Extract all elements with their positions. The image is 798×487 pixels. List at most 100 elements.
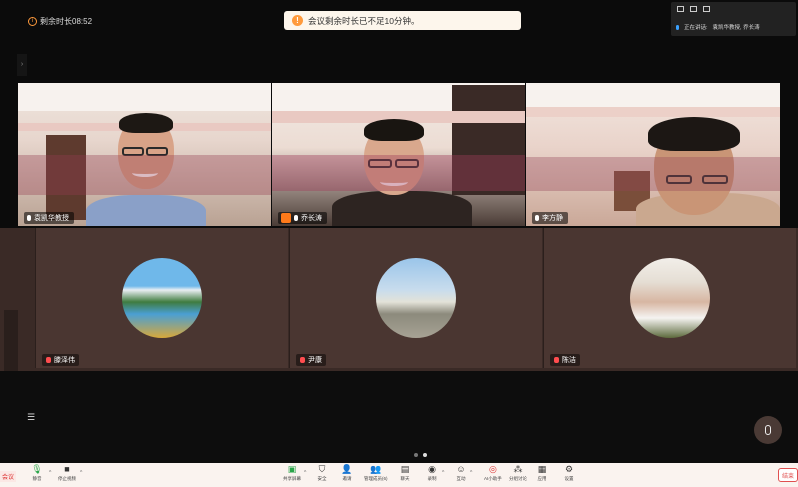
view-controls (677, 6, 710, 12)
manage-members-label: 管理成员(6) (364, 476, 388, 481)
video-glitch (18, 155, 271, 195)
video-options-caret[interactable]: ^ (80, 470, 82, 476)
chat-icon: ▤ (400, 464, 410, 474)
speaking-label: 正在讲话: (684, 25, 708, 31)
meeting-stage: i 剩余时长08:52 ! 会议剩余时长已不足10分钟。 正在讲话: 袁凯华教授… (0, 0, 798, 463)
participant-avatar (630, 258, 710, 338)
stop-video-button[interactable]: ■ 停止视频 (58, 464, 76, 482)
participant-name-tag: 尹康 (296, 354, 326, 366)
speaking-names: 袁凯华教授, 乔长涛 (712, 25, 760, 31)
person-body (332, 191, 472, 226)
avatar-row: 滕泽伟 尹康 陈洁 (35, 228, 796, 368)
meeting-tag: 会议 (0, 471, 17, 482)
person-body (86, 195, 206, 226)
avatar-tile-1[interactable]: 滕泽伟 (35, 228, 288, 368)
avatar-grid-area: 滕泽伟 尹康 陈洁 (0, 228, 798, 463)
participant-name-tag: 滕泽伟 (42, 354, 79, 366)
participant-name: 尹康 (308, 357, 322, 364)
settings-label: 设置 (564, 476, 574, 481)
page-dot[interactable] (414, 453, 418, 457)
mic-muted-icon (46, 357, 51, 363)
record-button[interactable]: ◉ 录制 (427, 464, 437, 482)
participant-avatar (122, 258, 202, 338)
manage-members-button[interactable]: 👥 管理成员(6) (364, 464, 388, 482)
end-meeting-button[interactable]: 结束 (778, 468, 798, 482)
record-options-caret[interactable]: ^ (442, 470, 444, 476)
floating-mic-button[interactable] (754, 416, 782, 444)
reactions-button[interactable]: ☺ 互动 (456, 464, 466, 482)
window-icon[interactable] (690, 6, 697, 12)
security-button[interactable]: ⛉ 安全 (317, 464, 327, 482)
participant-name: 滕泽伟 (54, 357, 75, 364)
mute-button[interactable]: 🎙 静音 (31, 464, 43, 482)
ai-assistant-button[interactable]: ◎ AI小助手 (484, 464, 502, 482)
reactions-label: 互动 (456, 476, 466, 481)
mute-options-caret[interactable]: ^ (49, 470, 51, 476)
settings-button[interactable]: ⚙ 设置 (564, 464, 574, 482)
participant-name: 李方静 (542, 215, 563, 222)
video-glitch (272, 155, 525, 191)
video-tile-3[interactable]: 李方静 (526, 83, 780, 226)
gear-icon: ⚙ (564, 464, 574, 474)
members-icon: 👥 (370, 464, 382, 474)
participant-name-tag: 陈洁 (550, 354, 580, 366)
record-label: 录制 (427, 476, 437, 481)
video-tile-1[interactable]: 袁凯华教授 (18, 83, 271, 226)
room-ceiling (18, 83, 271, 111)
page-dot-active[interactable] (423, 453, 427, 457)
share-screen-label: 共享屏幕 (283, 476, 301, 481)
mic-icon (765, 425, 771, 435)
apps-button[interactable]: ▦ 应用 (537, 464, 547, 482)
info-icon: i (28, 17, 37, 26)
avatar-tile-3[interactable]: 陈洁 (543, 228, 796, 368)
avatar-tile-2[interactable]: 尹康 (289, 228, 542, 368)
person-hair (648, 117, 740, 151)
participant-name-tag: 李方静 (532, 212, 568, 224)
breakout-button[interactable]: ⁂ 分组讨论 (509, 464, 527, 482)
meeting-toolbar: 🎙 静音 ^ ■ 停止视频 ^ ▣ 共享屏幕 ^ ⛉ 安全 👤 邀请 👥 管理成… (0, 463, 798, 487)
invite-button[interactable]: 👤 邀请 (341, 464, 353, 482)
reactions-options-caret[interactable]: ^ (470, 470, 472, 476)
video-tile-2[interactable]: 乔长涛 (272, 83, 525, 226)
warning-icon: ! (292, 15, 303, 26)
remaining-time: i 剩余时长08:52 (28, 16, 92, 27)
shield-icon: ⛉ (318, 464, 326, 474)
add-user-icon: 👤 (341, 464, 353, 474)
share-options-caret[interactable]: ^ (304, 470, 306, 476)
person-hair (119, 113, 173, 133)
mic-icon: 🎙 (31, 464, 43, 474)
apps-label: 应用 (537, 476, 547, 481)
person-hair (364, 119, 424, 141)
apps-icon: ▦ (537, 464, 547, 474)
stop-video-label: 停止视频 (58, 476, 76, 481)
speaking-panel[interactable]: 正在讲话: 袁凯华教授, 乔长涛 (671, 2, 796, 36)
participant-avatar (376, 258, 456, 338)
page-indicator[interactable] (414, 453, 427, 457)
expand-sidebar-handle[interactable]: › (17, 54, 27, 76)
participant-name: 陈洁 (562, 357, 576, 364)
security-label: 安全 (317, 476, 327, 481)
record-icon: ◉ (428, 464, 436, 474)
ai-assistant-icon: ◎ (488, 464, 497, 474)
share-screen-icon: ▣ (287, 464, 297, 474)
chat-button[interactable]: ▤ 聊天 (400, 464, 410, 482)
chat-label: 聊天 (400, 476, 410, 481)
mic-icon (535, 215, 539, 221)
participant-name: 乔长涛 (301, 215, 322, 222)
reactions-icon: ☺ (456, 464, 466, 474)
participant-list-icon[interactable]: ☰ (24, 410, 38, 424)
participant-name-tag: 袁凯华教授 (24, 212, 74, 224)
breakout-icon: ⁂ (513, 464, 523, 474)
ai-assistant-label: AI小助手 (484, 476, 502, 481)
menu-icon[interactable] (703, 6, 710, 12)
time-warning-toast: ! 会议剩余时长已不足10分钟。 (284, 11, 521, 30)
speaking-mic-icon (676, 24, 679, 30)
camera-icon: ■ (64, 464, 70, 474)
empty-gallery-area (0, 371, 798, 463)
mic-muted-icon (554, 357, 559, 363)
participant-name: 袁凯华教授 (34, 215, 69, 222)
host-badge-icon (281, 213, 291, 223)
mic-icon (27, 215, 31, 221)
share-screen-button[interactable]: ▣ 共享屏幕 (283, 464, 301, 482)
minimize-icon[interactable] (677, 6, 684, 12)
